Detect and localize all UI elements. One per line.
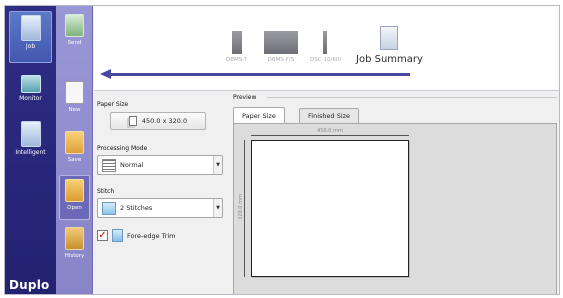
new-document-icon: [65, 81, 84, 104]
main-nav: Job Monitor Intelligent Duplo: [5, 6, 56, 294]
monitor-icon: [20, 75, 41, 93]
device-name: DBMS-F/S: [267, 57, 295, 63]
intelligent-icon: [20, 121, 41, 147]
device-dbms-fs[interactable]: DBMS-F/S: [264, 31, 298, 63]
nav-intelligent-label: Intelligent: [15, 149, 46, 156]
device-icon: [323, 31, 328, 54]
app-window: Job Monitor Intelligent Duplo Send New S…: [4, 5, 560, 295]
tab-paper-size[interactable]: Paper Size: [233, 107, 285, 123]
settings-panel: Paper Size 450.0 x 320.0 Processing Mode…: [94, 92, 227, 294]
nav-job-label: Job: [25, 43, 36, 50]
flow-arrow-line: [110, 73, 410, 76]
save-icon: [65, 131, 84, 154]
device-icon: [264, 31, 298, 54]
device-name: DBMS-T: [226, 57, 248, 63]
history-button[interactable]: History: [59, 224, 90, 269]
height-dimension-label: 320.0 mm: [237, 194, 244, 220]
fore-edge-trim-option[interactable]: ✓ Fore-edge Trim: [97, 229, 176, 242]
flow-arrow-head-icon: [100, 69, 111, 79]
paper-size-button[interactable]: 450.0 x 320.0: [110, 112, 206, 130]
nav-monitor-label: Monitor: [19, 95, 42, 102]
device-dsc[interactable]: DSC-10/60i: [310, 31, 341, 63]
device-icon: [231, 31, 242, 54]
save-button[interactable]: Save: [59, 128, 90, 173]
fore-edge-trim-label: Fore-edge Trim: [127, 231, 176, 240]
open-folder-icon: [65, 179, 84, 202]
paper-sheet-preview: [251, 140, 409, 277]
job-summary-label: Job Summary: [356, 54, 423, 65]
save-label: Save: [67, 157, 82, 163]
tool-column: Send New Save Open History: [56, 6, 93, 294]
nav-monitor-button[interactable]: Monitor: [9, 69, 52, 121]
stitch-icon: [102, 201, 116, 215]
fore-edge-trim-icon: [112, 229, 123, 242]
stitch-select[interactable]: 2 Stitches ▼: [97, 198, 223, 218]
job-summary-button[interactable]: Job Summary: [356, 26, 423, 65]
history-icon: [65, 227, 84, 250]
preview-title: Preview: [233, 94, 257, 101]
history-label: History: [64, 253, 85, 259]
processing-mode-select[interactable]: Normal ▼: [97, 155, 223, 175]
job-summary-icon: [380, 26, 399, 50]
preview-divider: [267, 97, 557, 98]
preview-panel: Preview Paper Size Finished Size 450.0 m…: [227, 92, 559, 294]
nav-intelligent-button[interactable]: Intelligent: [9, 118, 52, 170]
device-chain-header: DBMS-T DBMS-F/S DSC-10/60i Job Summary: [94, 6, 559, 91]
new-button[interactable]: New: [59, 78, 90, 123]
width-dimension-label: 450.0 mm: [317, 128, 343, 134]
chevron-down-icon[interactable]: ▼: [213, 156, 222, 174]
device-dbms-t[interactable]: DBMS-T: [226, 31, 247, 63]
chevron-down-icon[interactable]: ▼: [213, 199, 222, 217]
new-label: New: [68, 107, 81, 113]
device-name: DSC-10/60i: [310, 57, 341, 63]
stitch-label: Stitch: [97, 188, 115, 195]
fore-edge-trim-checkbox[interactable]: ✓: [97, 230, 108, 241]
processing-mode-value: Normal: [120, 161, 144, 169]
paper-icon: [128, 116, 137, 126]
processing-mode-label: Processing Mode: [97, 145, 148, 152]
paper-size-value: 450.0 x 320.0: [141, 117, 188, 125]
processing-mode-icon: [102, 158, 116, 172]
send-button[interactable]: Send: [59, 11, 90, 56]
job-icon: [20, 15, 41, 41]
tab-finished-size[interactable]: Finished Size: [299, 108, 360, 123]
preview-canvas: 450.0 mm 320.0 mm: [233, 123, 557, 294]
open-button[interactable]: Open: [59, 175, 90, 220]
brand-logo: Duplo: [9, 278, 50, 292]
nav-job-button[interactable]: Job: [9, 11, 52, 63]
paper-size-label: Paper Size: [97, 101, 129, 108]
send-icon: [65, 14, 84, 37]
open-label: Open: [67, 205, 82, 211]
width-dimension-line: [251, 135, 409, 136]
stitch-value: 2 Stitches: [120, 204, 153, 212]
height-dimension-line: [244, 140, 245, 277]
send-label: Send: [67, 40, 82, 46]
